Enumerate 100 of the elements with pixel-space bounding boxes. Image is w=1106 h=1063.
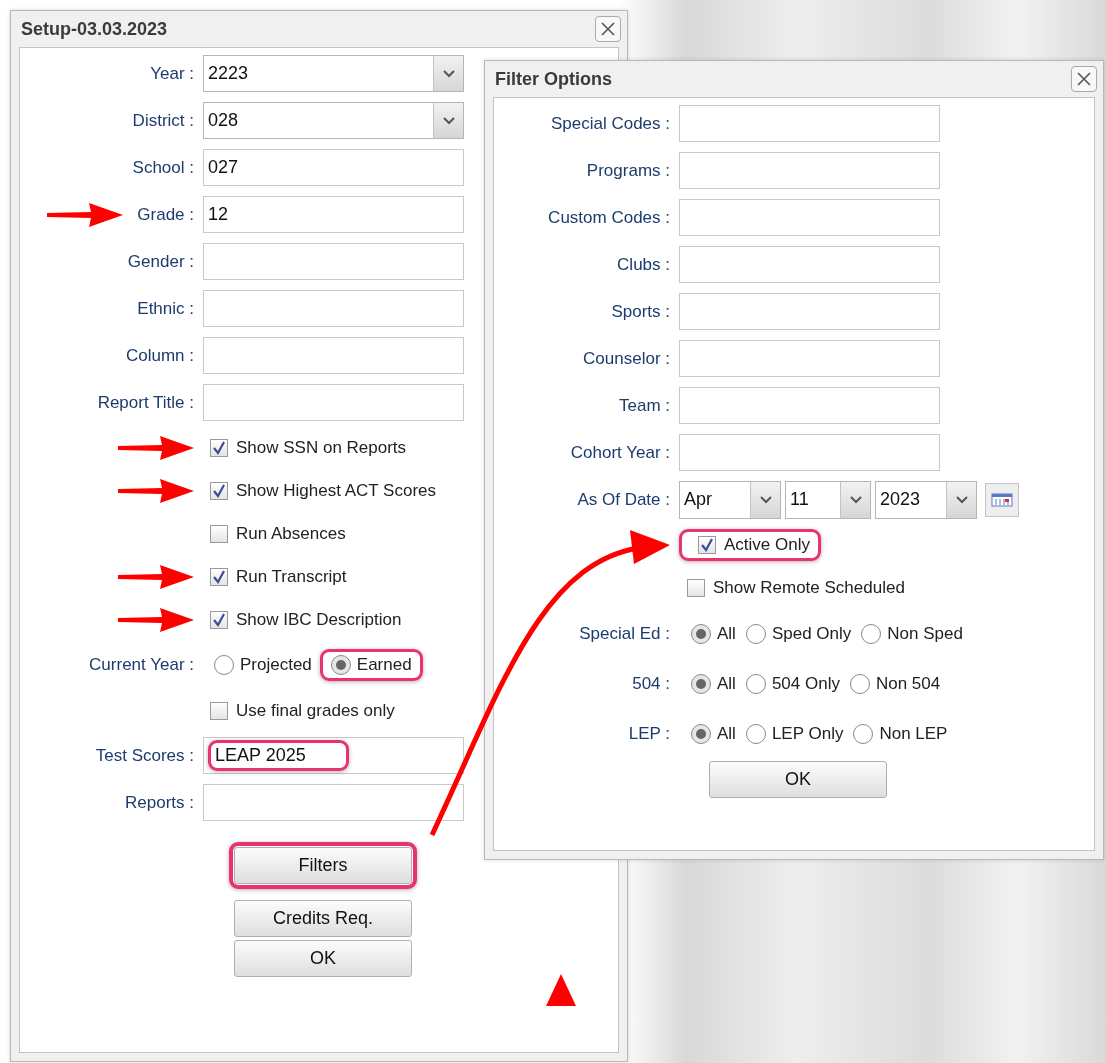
field-label: Reports : bbox=[125, 792, 194, 813]
checkbox[interactable] bbox=[698, 535, 716, 554]
radio-button[interactable] bbox=[745, 724, 766, 744]
checkbox-option[interactable]: Show SSN on Reports bbox=[203, 437, 464, 458]
dialog-button[interactable]: Credits Req. bbox=[234, 900, 412, 937]
field-label: Custom Codes : bbox=[548, 207, 670, 228]
checkbox-option[interactable]: Show Highest ACT Scores bbox=[203, 480, 464, 501]
field-label: Sports : bbox=[611, 301, 670, 322]
radio-button[interactable] bbox=[745, 674, 766, 694]
input-field[interactable] bbox=[679, 434, 940, 471]
radio-option[interactable]: All bbox=[691, 624, 736, 644]
field-label: Special Codes : bbox=[550, 113, 670, 134]
month-dropdown[interactable]: Apr bbox=[679, 480, 781, 519]
field-label: LEP : bbox=[628, 724, 670, 744]
close-icon bbox=[600, 21, 616, 37]
field-value: 027 bbox=[208, 157, 239, 178]
chevron-down-icon bbox=[442, 116, 455, 125]
input-field[interactable] bbox=[203, 384, 464, 421]
input-field[interactable] bbox=[679, 387, 940, 424]
radio-option[interactable]: Non Sped bbox=[861, 624, 963, 644]
radio-option[interactable]: Projected bbox=[214, 655, 312, 675]
close-icon bbox=[1076, 71, 1092, 87]
checkbox[interactable] bbox=[210, 701, 228, 720]
field-value: 12 bbox=[208, 204, 229, 225]
checkbox-option[interactable]: Active Only bbox=[690, 534, 810, 555]
checkbox-option[interactable]: Run Absences bbox=[203, 523, 464, 544]
field-label: District : bbox=[132, 110, 194, 131]
radio-button[interactable] bbox=[849, 674, 870, 694]
radio-button[interactable] bbox=[691, 624, 711, 644]
field-label: Year : bbox=[150, 63, 194, 84]
field-label: 504 : bbox=[632, 674, 670, 694]
close-button[interactable] bbox=[1071, 66, 1097, 92]
radio-option[interactable]: Non 504 bbox=[849, 674, 941, 694]
input-field[interactable] bbox=[203, 290, 464, 327]
checkbox[interactable] bbox=[210, 438, 228, 457]
checkbox-option[interactable]: Run Transcript bbox=[203, 566, 464, 587]
input-field[interactable] bbox=[679, 246, 940, 283]
dropdown[interactable]: 028 bbox=[203, 102, 464, 139]
input-field[interactable] bbox=[203, 243, 464, 280]
field-value: LEAP 2025 bbox=[215, 745, 306, 766]
field-label: Ethnic : bbox=[137, 298, 194, 319]
radio-option[interactable]: Non LEP bbox=[853, 724, 948, 744]
field-label: As Of Date : bbox=[577, 489, 670, 510]
dropdown[interactable]: 2223 bbox=[203, 55, 464, 92]
input-field[interactable] bbox=[679, 199, 940, 236]
checkbox-option[interactable]: Show Remote Scheduled bbox=[679, 577, 940, 598]
chevron-down-icon bbox=[849, 495, 862, 504]
chevron-down-icon bbox=[955, 495, 968, 504]
field-label: Gender : bbox=[127, 251, 194, 272]
input-field[interactable] bbox=[203, 337, 464, 374]
calendar-icon bbox=[991, 492, 1013, 507]
radio-button[interactable] bbox=[691, 674, 711, 694]
close-button[interactable] bbox=[595, 16, 621, 42]
radio-option[interactable]: All bbox=[691, 724, 736, 744]
checkbox-option[interactable]: Use final grades only bbox=[203, 700, 464, 721]
input-field[interactable]: LEAP 2025 bbox=[203, 737, 464, 774]
radio-button[interactable] bbox=[745, 624, 766, 644]
radio-option[interactable]: 504 Only bbox=[745, 674, 840, 694]
dialog-button[interactable]: Filters bbox=[234, 847, 412, 884]
radio-button[interactable] bbox=[691, 724, 711, 744]
field-label: Clubs : bbox=[617, 254, 670, 275]
checkbox[interactable] bbox=[210, 567, 228, 586]
field-label: Current Year : bbox=[89, 655, 194, 675]
radio-button[interactable] bbox=[853, 724, 874, 744]
chevron-down-icon bbox=[442, 69, 455, 78]
input-field[interactable]: 12 bbox=[203, 196, 464, 233]
field-label: Column : bbox=[125, 345, 194, 366]
checkbox[interactable] bbox=[210, 524, 228, 543]
field-label: Cohort Year : bbox=[570, 442, 670, 463]
dialog-button[interactable]: OK bbox=[709, 761, 887, 798]
checkbox-option[interactable]: Show IBC Description bbox=[203, 609, 464, 630]
checkbox[interactable] bbox=[210, 610, 228, 629]
radio-button[interactable] bbox=[861, 624, 882, 644]
field-label: Special Ed : bbox=[579, 624, 670, 644]
field-label: Counselor : bbox=[583, 348, 670, 369]
input-field[interactable] bbox=[679, 152, 940, 189]
checkbox[interactable] bbox=[210, 481, 228, 500]
field-label: Test Scores : bbox=[95, 745, 194, 766]
dialog-button[interactable]: OK bbox=[234, 940, 412, 977]
input-field[interactable] bbox=[203, 784, 464, 821]
day-dropdown[interactable]: 11 bbox=[785, 480, 871, 519]
field-label: School : bbox=[132, 157, 194, 178]
radio-option[interactable]: All bbox=[691, 674, 736, 694]
radio-option[interactable]: Earned bbox=[330, 655, 412, 675]
chevron-down-icon bbox=[759, 495, 772, 504]
calendar-button[interactable] bbox=[985, 482, 1019, 517]
input-field[interactable] bbox=[679, 340, 940, 377]
radio-option[interactable]: LEP Only bbox=[745, 724, 844, 744]
input-field[interactable]: 027 bbox=[203, 149, 464, 186]
radio-button[interactable] bbox=[214, 655, 234, 675]
field-label: Grade : bbox=[137, 204, 194, 225]
input-field[interactable] bbox=[679, 105, 940, 142]
radio-button[interactable] bbox=[330, 655, 351, 675]
input-field[interactable] bbox=[679, 293, 940, 330]
field-label: Programs : bbox=[586, 160, 670, 181]
radio-option[interactable]: Sped Only bbox=[745, 624, 852, 644]
field-label: Report Title : bbox=[97, 392, 194, 413]
year-dropdown[interactable]: 2023 bbox=[875, 480, 977, 519]
checkbox[interactable] bbox=[687, 578, 705, 597]
window-title: Setup-03.03.2023 bbox=[21, 18, 168, 40]
